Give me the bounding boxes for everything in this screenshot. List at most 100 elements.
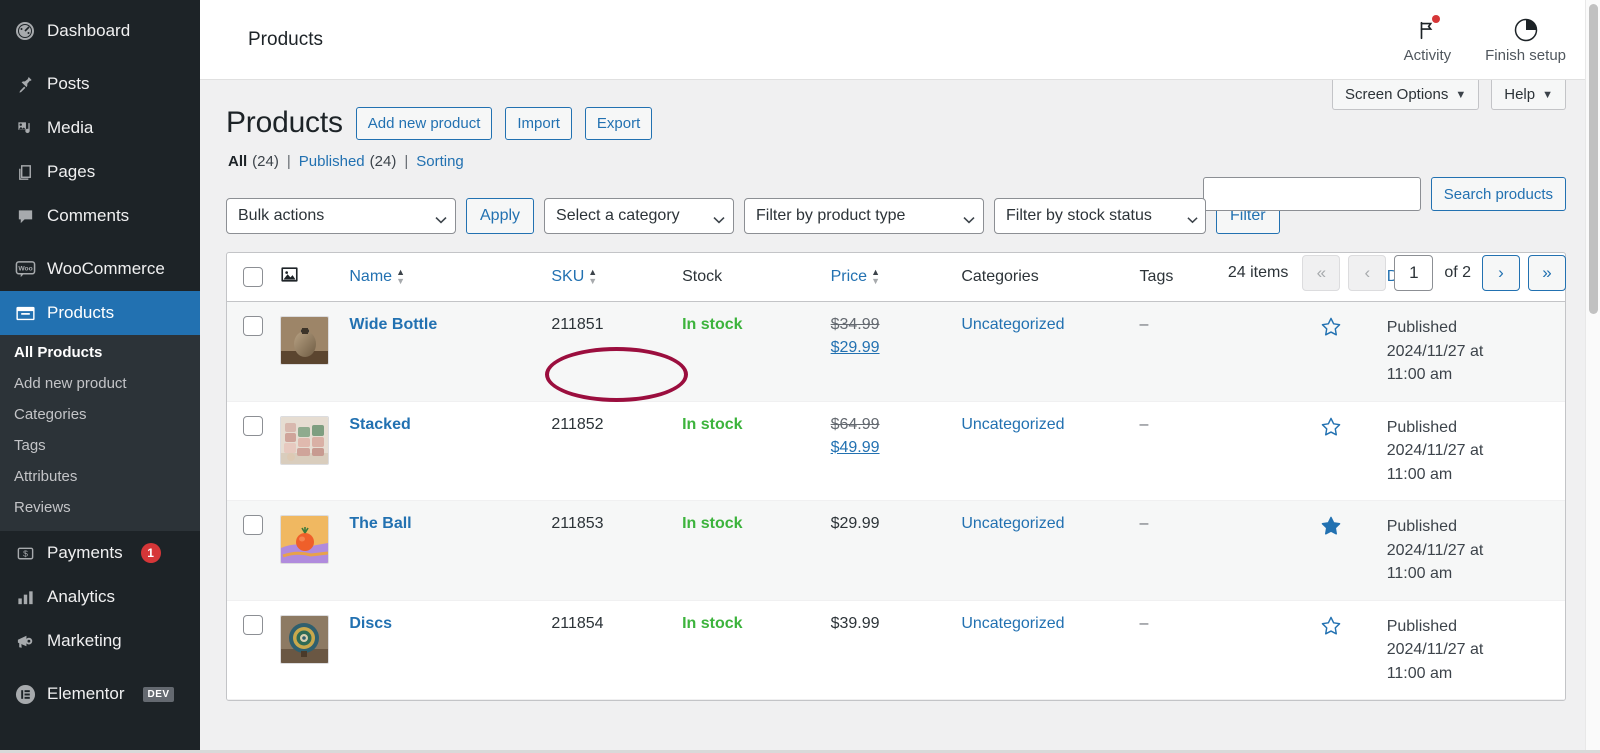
wp-admin-screen: Dashboard Posts Media Pages Comments Woo… <box>0 0 1600 753</box>
row-name-cell: Discs <box>349 600 552 701</box>
total-pages-label: of 2 <box>1444 264 1471 281</box>
sort-by-price[interactable]: Price ▲ ▼ <box>831 268 880 286</box>
row-date-cell: Published 2024/11/27 at 11:00 am <box>1386 301 1565 402</box>
sidebar-subitem-attributes[interactable]: Attributes <box>0 461 200 492</box>
sidebar-item-marketing[interactable]: Marketing <box>0 619 200 663</box>
sidebar-item-elementor[interactable]: Elementor DEV <box>0 672 200 716</box>
product-name-link[interactable]: The Ball <box>349 515 411 532</box>
sidebar-subitem-add-new-product[interactable]: Add new product <box>0 368 200 399</box>
next-page-button[interactable]: › <box>1482 255 1520 291</box>
category-link[interactable]: Uncategorized <box>961 416 1064 433</box>
product-thumbnail[interactable] <box>280 415 330 465</box>
finish-setup-button[interactable]: Finish setup <box>1485 15 1566 64</box>
tags-value: – <box>1139 515 1149 533</box>
add-new-product-button[interactable]: Add new product <box>355 106 493 140</box>
products-icon <box>14 302 36 324</box>
sidebar-subitem-all-products[interactable]: All Products <box>0 337 200 368</box>
sort-by-name[interactable]: Name ▲ ▼ <box>349 268 405 286</box>
chevron-down-icon <box>963 211 975 224</box>
featured-star-toggle[interactable] <box>1318 515 1387 537</box>
apply-button[interactable]: Apply <box>466 198 535 234</box>
submenu-label: All Products <box>14 344 103 361</box>
sidebar-item-label: Analytics <box>47 587 116 606</box>
row-featured-cell <box>1317 301 1387 402</box>
sale-price: $29.99 <box>830 339 880 356</box>
help-button[interactable]: Help ▼ <box>1491 80 1566 110</box>
row-tags-cell: – <box>1139 301 1318 402</box>
sidebar-item-dashboard[interactable]: Dashboard <box>0 9 200 53</box>
product-name-link[interactable]: Stacked <box>349 416 410 433</box>
view-sorting-link[interactable]: Sorting <box>416 153 464 170</box>
row-date-cell: Published 2024/11/27 at 11:00 am <box>1386 600 1565 701</box>
sidebar-item-media[interactable]: Media <box>0 106 200 150</box>
view-published-count: (24) <box>369 153 397 170</box>
submenu-label: Tags <box>14 437 46 454</box>
product-thumbnail[interactable] <box>280 515 330 565</box>
price-column-header[interactable]: Price ▲ ▼ <box>830 253 962 302</box>
last-page-button[interactable]: » <box>1528 255 1566 291</box>
screen-options-button[interactable]: Screen Options ▼ <box>1331 80 1480 110</box>
breadcrumb: Products <box>248 28 323 50</box>
category-link[interactable]: Uncategorized <box>961 515 1064 532</box>
sidebar-item-analytics[interactable]: Analytics <box>0 575 200 619</box>
product-type-select[interactable]: Filter by product type <box>744 198 985 234</box>
category-link[interactable]: Uncategorized <box>961 316 1064 333</box>
row-tags-cell: – <box>1139 500 1318 601</box>
date-status: Published <box>1386 319 1457 336</box>
featured-star-toggle[interactable] <box>1318 615 1387 637</box>
sidebar-item-products[interactable]: Products <box>0 291 200 335</box>
date-status: Published <box>1386 418 1457 436</box>
view-all-link[interactable]: All <box>228 153 247 170</box>
bulk-actions-select[interactable]: Bulk actions <box>226 198 456 234</box>
date-status: Published <box>1386 518 1457 536</box>
products-table: Name ▲ ▼ SKU ▲ ▼ Stock Price ▲ ▼ Categor… <box>227 253 1565 701</box>
regular-price: $34.99 <box>830 316 880 333</box>
activity-button[interactable]: Activity <box>1404 15 1451 64</box>
row-checkbox[interactable] <box>243 316 263 336</box>
row-featured-cell <box>1317 600 1387 701</box>
category-select[interactable]: Select a category <box>544 198 735 234</box>
select-all-checkbox[interactable] <box>243 267 263 287</box>
categories-header-label: Categories <box>961 268 1039 285</box>
page-scrollbar[interactable] <box>1585 0 1600 753</box>
sidebar-subitem-tags[interactable]: Tags <box>0 430 200 461</box>
search-products-button[interactable]: Search products <box>1430 177 1566 211</box>
row-checkbox[interactable] <box>243 415 263 436</box>
sidebar-subitem-reviews[interactable]: Reviews <box>0 492 200 523</box>
row-stock-cell: In stock <box>682 401 831 502</box>
product-thumbnail[interactable] <box>280 614 330 664</box>
product-thumbnail[interactable] <box>280 316 330 365</box>
search-input[interactable] <box>1202 177 1421 211</box>
product-name-link[interactable]: Wide Bottle <box>349 316 437 333</box>
topbar-actions: Activity Finish setup <box>1404 15 1566 64</box>
stock-status: In stock <box>682 415 743 433</box>
flag-icon <box>1412 15 1442 45</box>
sidebar-item-posts[interactable]: Posts <box>0 62 200 106</box>
dashboard-icon <box>14 20 36 42</box>
sidebar-item-pages[interactable]: Pages <box>0 150 200 194</box>
sidebar-subitem-categories[interactable]: Categories <box>0 399 200 430</box>
featured-star-toggle[interactable] <box>1318 416 1387 438</box>
table-row: Stacked 211852 In stock $64.99 $49.99 Un… <box>227 401 1565 502</box>
row-checkbox[interactable] <box>243 515 263 536</box>
current-page-input[interactable]: 1 <box>1394 255 1434 291</box>
sidebar-item-payments[interactable]: $ Payments 1 <box>0 531 200 575</box>
import-button[interactable]: Import <box>505 106 572 140</box>
product-search: Search products <box>1202 177 1566 211</box>
export-button[interactable]: Export <box>584 106 653 140</box>
sku-column-header[interactable]: SKU ▲ ▼ <box>551 253 683 302</box>
stock-status-select[interactable]: Filter by stock status <box>994 198 1207 234</box>
view-published-link[interactable]: Published <box>299 153 365 170</box>
row-checkbox[interactable] <box>243 614 263 635</box>
name-column-header[interactable]: Name ▲ ▼ <box>349 253 552 302</box>
row-price-cell: $29.99 <box>830 500 962 601</box>
featured-star-toggle[interactable] <box>1318 316 1387 338</box>
product-name-link[interactable]: Discs <box>349 615 392 632</box>
sidebar-item-woocommerce[interactable]: Woo WooCommerce <box>0 247 200 291</box>
sort-by-sku[interactable]: SKU ▲ ▼ <box>551 268 597 286</box>
scrollbar-thumb[interactable] <box>1589 4 1598 314</box>
category-link[interactable]: Uncategorized <box>961 615 1064 632</box>
row-categories-cell: Uncategorized <box>961 500 1140 601</box>
row-select-cell <box>227 600 281 701</box>
sidebar-item-comments[interactable]: Comments <box>0 194 200 238</box>
